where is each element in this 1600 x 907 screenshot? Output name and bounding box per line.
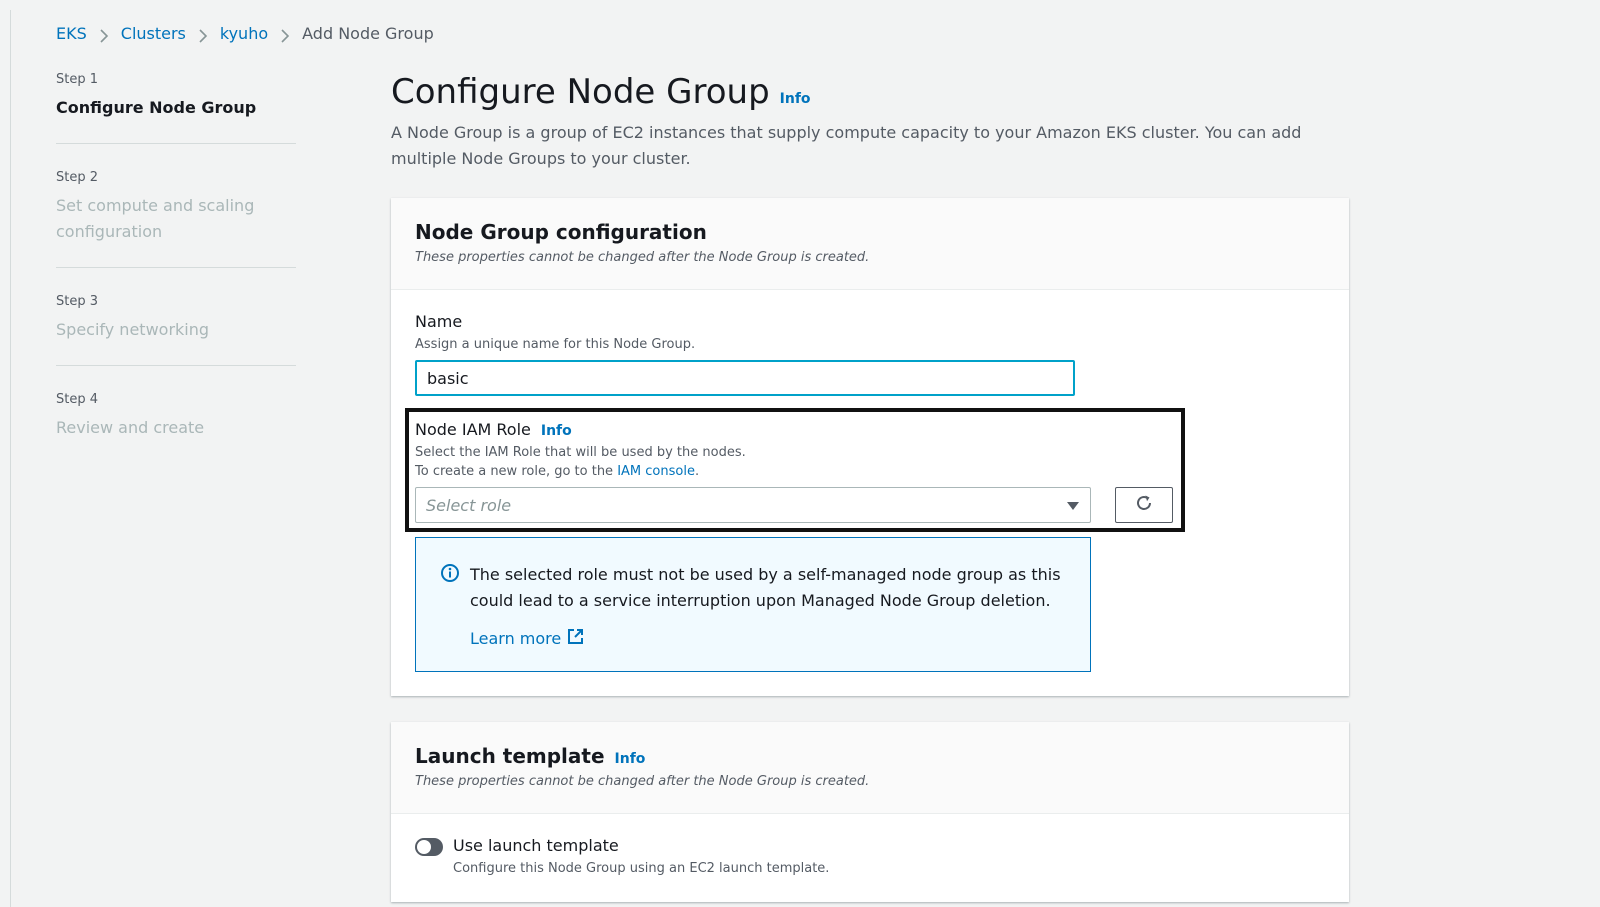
panel-body: Use launch template Configure this Node … bbox=[391, 814, 1349, 902]
iam-console-link[interactable]: IAM console bbox=[617, 464, 695, 479]
page-title: Configure Node Group Info bbox=[391, 72, 1349, 112]
step-number: Step 4 bbox=[56, 392, 99, 407]
iam-desc-suffix: . bbox=[694, 464, 700, 479]
page-description: A Node Group is a group of EC2 instances… bbox=[391, 123, 1302, 168]
step-title: Set compute and scaling configuration bbox=[56, 196, 255, 241]
name-label: Name bbox=[415, 312, 463, 331]
caret-down-icon bbox=[1066, 496, 1080, 515]
step-number: Step 2 bbox=[56, 170, 99, 185]
panel-header: Launch template Info These properties ca… bbox=[391, 722, 1349, 814]
select-placeholder: Select role bbox=[426, 495, 512, 515]
info-alert: The selected role must not be used by a … bbox=[415, 537, 1091, 672]
iam-role-select[interactable]: Select role bbox=[415, 487, 1091, 523]
iam-role-label-text: Node IAM Role bbox=[415, 420, 531, 439]
panel-title: Node Group configuration bbox=[415, 220, 707, 244]
iam-role-field: Node IAM Role Info Select the IAM Role t… bbox=[405, 408, 1325, 532]
step-3: Step 3 Specify networking bbox=[56, 294, 296, 366]
wizard-steps: Step 1 Configure Node Group Step 2 Set c… bbox=[56, 72, 296, 489]
chevron-right-icon bbox=[99, 28, 109, 43]
toggle-text: Use launch template Configure this Node … bbox=[453, 836, 829, 878]
refresh-icon bbox=[1134, 493, 1154, 517]
step-number: Step 1 bbox=[56, 72, 99, 87]
refresh-button[interactable] bbox=[1115, 487, 1173, 523]
iam-role-label: Node IAM Role Info bbox=[415, 420, 1325, 439]
alert-text: The selected role must not be used by a … bbox=[470, 565, 1061, 610]
page-info-link[interactable]: Info bbox=[780, 91, 811, 107]
alert-content: The selected role must not be used by a … bbox=[470, 562, 1066, 649]
iam-role-desc-line-2: To create a new role, go to the IAM cons… bbox=[415, 462, 1325, 481]
name-input[interactable] bbox=[415, 360, 1075, 396]
step-4: Step 4 Review and create bbox=[56, 392, 296, 463]
breadcrumb-kyuho[interactable]: kyuho bbox=[220, 24, 268, 43]
learn-more-link[interactable]: Learn more bbox=[470, 628, 1066, 649]
breadcrumb-eks[interactable]: EKS bbox=[56, 24, 87, 43]
launch-template-panel: Launch template Info These properties ca… bbox=[391, 722, 1349, 902]
launch-template-info-link[interactable]: Info bbox=[615, 751, 646, 767]
learn-more-text: Learn more bbox=[470, 629, 562, 648]
panel-title-text: Launch template bbox=[415, 744, 605, 768]
step-number: Step 3 bbox=[56, 294, 99, 309]
panel-title: Launch template Info bbox=[415, 744, 1325, 768]
step-title: Configure Node Group bbox=[56, 98, 257, 117]
external-link-icon bbox=[561, 628, 584, 649]
panel-subtitle: These properties cannot be changed after… bbox=[415, 250, 870, 265]
toggle-label: Use launch template bbox=[453, 836, 619, 855]
chevron-right-icon bbox=[198, 28, 208, 43]
launch-template-toggle-row: Use launch template Configure this Node … bbox=[415, 836, 1325, 878]
breadcrumb: EKS Clusters kyuho Add Node Group bbox=[56, 24, 434, 43]
info-circle-icon bbox=[440, 562, 460, 649]
iam-role-description: Select the IAM Role that will be used by… bbox=[415, 443, 1325, 481]
name-description: Assign a unique name for this Node Group… bbox=[415, 337, 696, 352]
chevron-right-icon bbox=[280, 28, 290, 43]
iam-role-desc-line-1: Select the IAM Role that will be used by… bbox=[415, 445, 746, 460]
iam-role-select-row: Select role bbox=[415, 487, 1325, 523]
main-content: Configure Node Group Info A Node Group i… bbox=[391, 72, 1349, 902]
launch-template-toggle[interactable] bbox=[415, 838, 443, 856]
iam-desc-prefix: To create a new role, go to the bbox=[415, 464, 618, 479]
breadcrumb-clusters[interactable]: Clusters bbox=[121, 24, 186, 43]
node-group-config-panel: Node Group configuration These propertie… bbox=[391, 198, 1349, 696]
panel-body: Name Assign a unique name for this Node … bbox=[391, 290, 1349, 696]
toggle-description: Configure this Node Group using an EC2 l… bbox=[453, 861, 830, 876]
step-title: Review and create bbox=[56, 418, 205, 437]
step-1: Step 1 Configure Node Group bbox=[56, 72, 296, 144]
iam-role-info-link[interactable]: Info bbox=[541, 423, 572, 439]
panel-header: Node Group configuration These propertie… bbox=[391, 198, 1349, 290]
breadcrumb-current: Add Node Group bbox=[302, 24, 434, 43]
panel-subtitle: These properties cannot be changed after… bbox=[415, 774, 870, 789]
step-2: Step 2 Set compute and scaling configura… bbox=[56, 170, 296, 268]
step-title: Specify networking bbox=[56, 320, 210, 339]
page-title-text: Configure Node Group bbox=[391, 72, 770, 112]
